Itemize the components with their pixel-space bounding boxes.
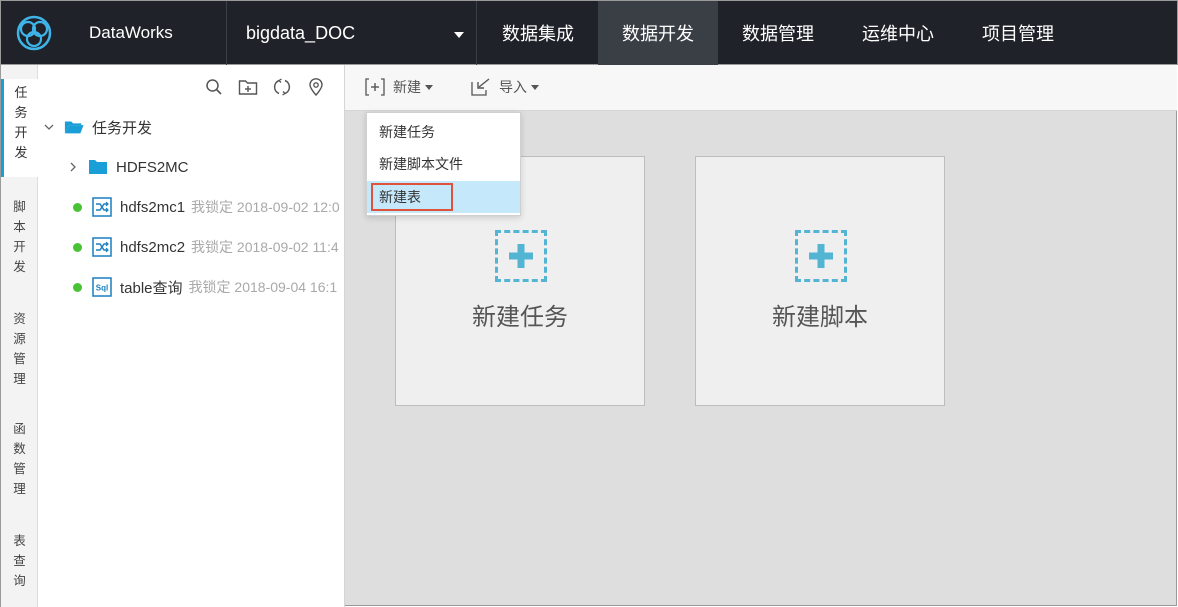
sync-node-icon xyxy=(92,237,112,257)
workspace-toolbar: 新建 导入 xyxy=(345,65,1177,111)
chevron-down-icon[interactable] xyxy=(42,120,56,134)
svg-text:Sql: Sql xyxy=(96,284,108,293)
node-lock-meta: 我锁定 2018-09-02 12:0 xyxy=(191,199,340,215)
import-button[interactable]: 导入 xyxy=(471,77,539,97)
folder-open-icon xyxy=(64,117,84,137)
status-dot xyxy=(73,282,82,292)
caret-down-icon xyxy=(531,84,539,90)
sync-node-icon xyxy=(92,197,112,217)
side-tab-function-management[interactable]: 函数管理 xyxy=(1,415,38,505)
side-tab-resource-management[interactable]: 资源管理 xyxy=(1,305,38,395)
new-script-card-label: 新建脚本 xyxy=(772,304,868,331)
side-tab-script-development[interactable]: 脚本开发 xyxy=(1,193,38,283)
node-name: hdfs2mc2 xyxy=(120,238,186,256)
nav-item-data-development[interactable]: 数据开发 xyxy=(598,1,718,65)
tree-toolbar xyxy=(204,77,326,97)
search-icon[interactable] xyxy=(204,77,224,97)
side-tab-table-query[interactable]: 表查询 xyxy=(1,527,38,597)
node-lock-meta: 我锁定 2018-09-04 16:1 xyxy=(188,279,338,295)
chevron-right-icon[interactable] xyxy=(66,160,80,174)
node-lock-meta: 我锁定 2018-09-02 11:4 xyxy=(191,239,339,255)
plus-icon xyxy=(495,230,547,282)
tree-root-label: 任务开发 xyxy=(92,119,153,137)
main-nav: 数据集成 数据开发 数据管理 运维中心 项目管理 xyxy=(478,1,1078,65)
import-button-label: 导入 xyxy=(499,79,527,95)
nav-item-data-management[interactable]: 数据管理 xyxy=(718,1,838,65)
side-tab-label: 函数管理 xyxy=(13,422,26,496)
status-dot xyxy=(73,202,82,212)
locate-icon[interactable] xyxy=(306,77,326,97)
brand-name: DataWorks xyxy=(67,1,227,65)
side-tab-label: 任务开发 xyxy=(14,85,28,160)
nav-item-operation-center[interactable]: 运维中心 xyxy=(838,1,958,65)
new-button[interactable]: 新建 xyxy=(365,77,433,97)
menu-item-new-script-file[interactable]: 新建脚本文件 xyxy=(367,148,520,180)
new-script-card[interactable]: 新建脚本 xyxy=(695,156,945,406)
new-dropdown-menu: 新建任务 新建脚本文件 新建表 xyxy=(366,112,521,216)
tree-folder-label: HDFS2MC xyxy=(116,158,189,176)
side-tab-label: 脚本开发 xyxy=(13,200,26,274)
status-dot xyxy=(73,242,82,252)
project-name: bigdata_DOC xyxy=(246,22,356,43)
dataworks-logo-icon[interactable] xyxy=(1,1,67,65)
import-icon xyxy=(471,78,490,96)
new-plus-icon xyxy=(365,78,385,96)
menu-item-label: 新建脚本文件 xyxy=(379,156,463,172)
tree-node-hdfs2mc1[interactable]: hdfs2mc1 我锁定 2018-09-02 12:0 xyxy=(73,194,340,220)
menu-item-label: 新建任务 xyxy=(379,124,435,140)
side-tab-label: 表查询 xyxy=(13,534,26,588)
side-tab-bar: 任务开发 脚本开发 资源管理 函数管理 表查询 xyxy=(0,65,38,607)
new-button-label: 新建 xyxy=(393,79,421,95)
menu-item-new-task[interactable]: 新建任务 xyxy=(367,116,520,148)
task-tree-panel: 任务开发 HDFS2MC hdfs2mc1 我锁定 2018-09-02 12:… xyxy=(38,65,345,607)
refresh-icon[interactable] xyxy=(272,77,292,97)
sql-node-icon: Sql xyxy=(92,277,112,297)
highlight-callout-box xyxy=(371,183,453,211)
tree-node-hdfs2mc2[interactable]: hdfs2mc2 我锁定 2018-09-02 11:4 xyxy=(73,234,339,260)
project-selector[interactable]: bigdata_DOC xyxy=(227,1,477,65)
caret-down-icon xyxy=(425,84,433,90)
top-nav-bar: DataWorks bigdata_DOC 数据集成 数据开发 数据管理 运维中… xyxy=(0,0,1178,65)
plus-icon xyxy=(795,230,847,282)
nav-item-project-management[interactable]: 项目管理 xyxy=(958,1,1078,65)
tree-node-table-query[interactable]: Sql table查询 我锁定 2018-09-04 16:1 xyxy=(73,274,337,300)
node-name: hdfs2mc1 xyxy=(120,198,186,216)
tree-folder-hdfs2mc[interactable]: HDFS2MC xyxy=(66,154,189,180)
menu-item-new-table[interactable]: 新建表 xyxy=(367,181,520,213)
side-tab-task-development[interactable]: 任务开发 xyxy=(1,79,38,177)
new-task-card-label: 新建任务 xyxy=(472,304,568,331)
folder-icon xyxy=(88,157,108,177)
nav-item-data-integration[interactable]: 数据集成 xyxy=(478,1,598,65)
new-folder-icon[interactable] xyxy=(238,77,258,97)
side-tab-label: 资源管理 xyxy=(13,312,26,386)
tree-root-task-development[interactable]: 任务开发 xyxy=(42,114,152,140)
node-name: table查询 xyxy=(120,279,183,297)
chevron-down-icon xyxy=(454,32,464,38)
